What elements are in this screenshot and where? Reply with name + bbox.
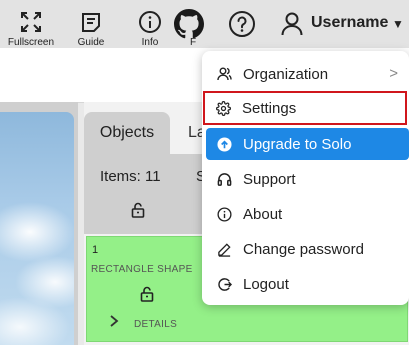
menu-item-label: Settings xyxy=(242,99,297,117)
card-unlock-icon[interactable] xyxy=(140,286,154,302)
details-toggle[interactable]: DETAILS xyxy=(134,319,177,330)
submenu-arrow-icon: > xyxy=(389,65,398,82)
menu-item-change-password[interactable]: Change password xyxy=(206,234,408,264)
info-icon xyxy=(124,9,176,35)
help-icon[interactable] xyxy=(227,9,257,39)
menu-item-settings[interactable]: Settings xyxy=(203,91,407,125)
menu-item-support[interactable]: Support xyxy=(206,164,408,194)
logout-icon xyxy=(216,276,232,292)
info-button[interactable]: Info xyxy=(124,9,176,48)
chevron-right-icon[interactable] xyxy=(109,314,119,330)
headset-icon xyxy=(216,171,232,187)
unlock-icon[interactable] xyxy=(131,202,145,218)
partial-tool-label: F xyxy=(189,37,197,48)
items-count: Items: 11 xyxy=(100,168,161,185)
menu-item-about[interactable]: About xyxy=(206,199,408,229)
username-label[interactable]: Username xyxy=(311,14,388,32)
menu-item-label: Upgrade to Solo xyxy=(243,135,352,153)
upgrade-icon xyxy=(216,136,232,152)
fullscreen-icon xyxy=(5,9,57,35)
menu-item-label: Logout xyxy=(243,275,289,293)
menu-item-label: About xyxy=(243,205,283,223)
card-type: RECTANGLE SHAPE xyxy=(91,264,193,275)
info-icon xyxy=(216,206,232,222)
caret-down-icon[interactable]: ▼ xyxy=(392,17,404,31)
user-icon[interactable] xyxy=(281,11,303,37)
menu-item-label: Organization xyxy=(243,65,329,83)
menu-item-organization[interactable]: Organization > xyxy=(206,59,408,89)
info-label: Info xyxy=(141,37,159,48)
organization-icon xyxy=(216,66,232,82)
fullscreen-button[interactable]: Fullscreen xyxy=(5,9,57,48)
partial-tool-button[interactable]: F xyxy=(178,9,208,48)
menu-item-logout[interactable]: Logout xyxy=(206,269,408,299)
pencil-icon xyxy=(216,241,232,257)
guide-button[interactable]: Guide xyxy=(65,9,117,48)
fullscreen-label: Fullscreen xyxy=(7,37,55,48)
partial-icon xyxy=(178,9,208,35)
menu-item-upgrade[interactable]: Upgrade to Solo xyxy=(206,128,409,160)
guide-label: Guide xyxy=(77,37,105,48)
guide-icon xyxy=(65,9,117,35)
tab-objects[interactable]: Objects xyxy=(84,112,170,154)
menu-item-label: Change password xyxy=(243,240,364,258)
card-number: 1 xyxy=(92,244,99,256)
sky-image[interactable] xyxy=(0,112,74,345)
menu-item-label: Support xyxy=(243,170,296,188)
gear-icon xyxy=(215,100,231,116)
